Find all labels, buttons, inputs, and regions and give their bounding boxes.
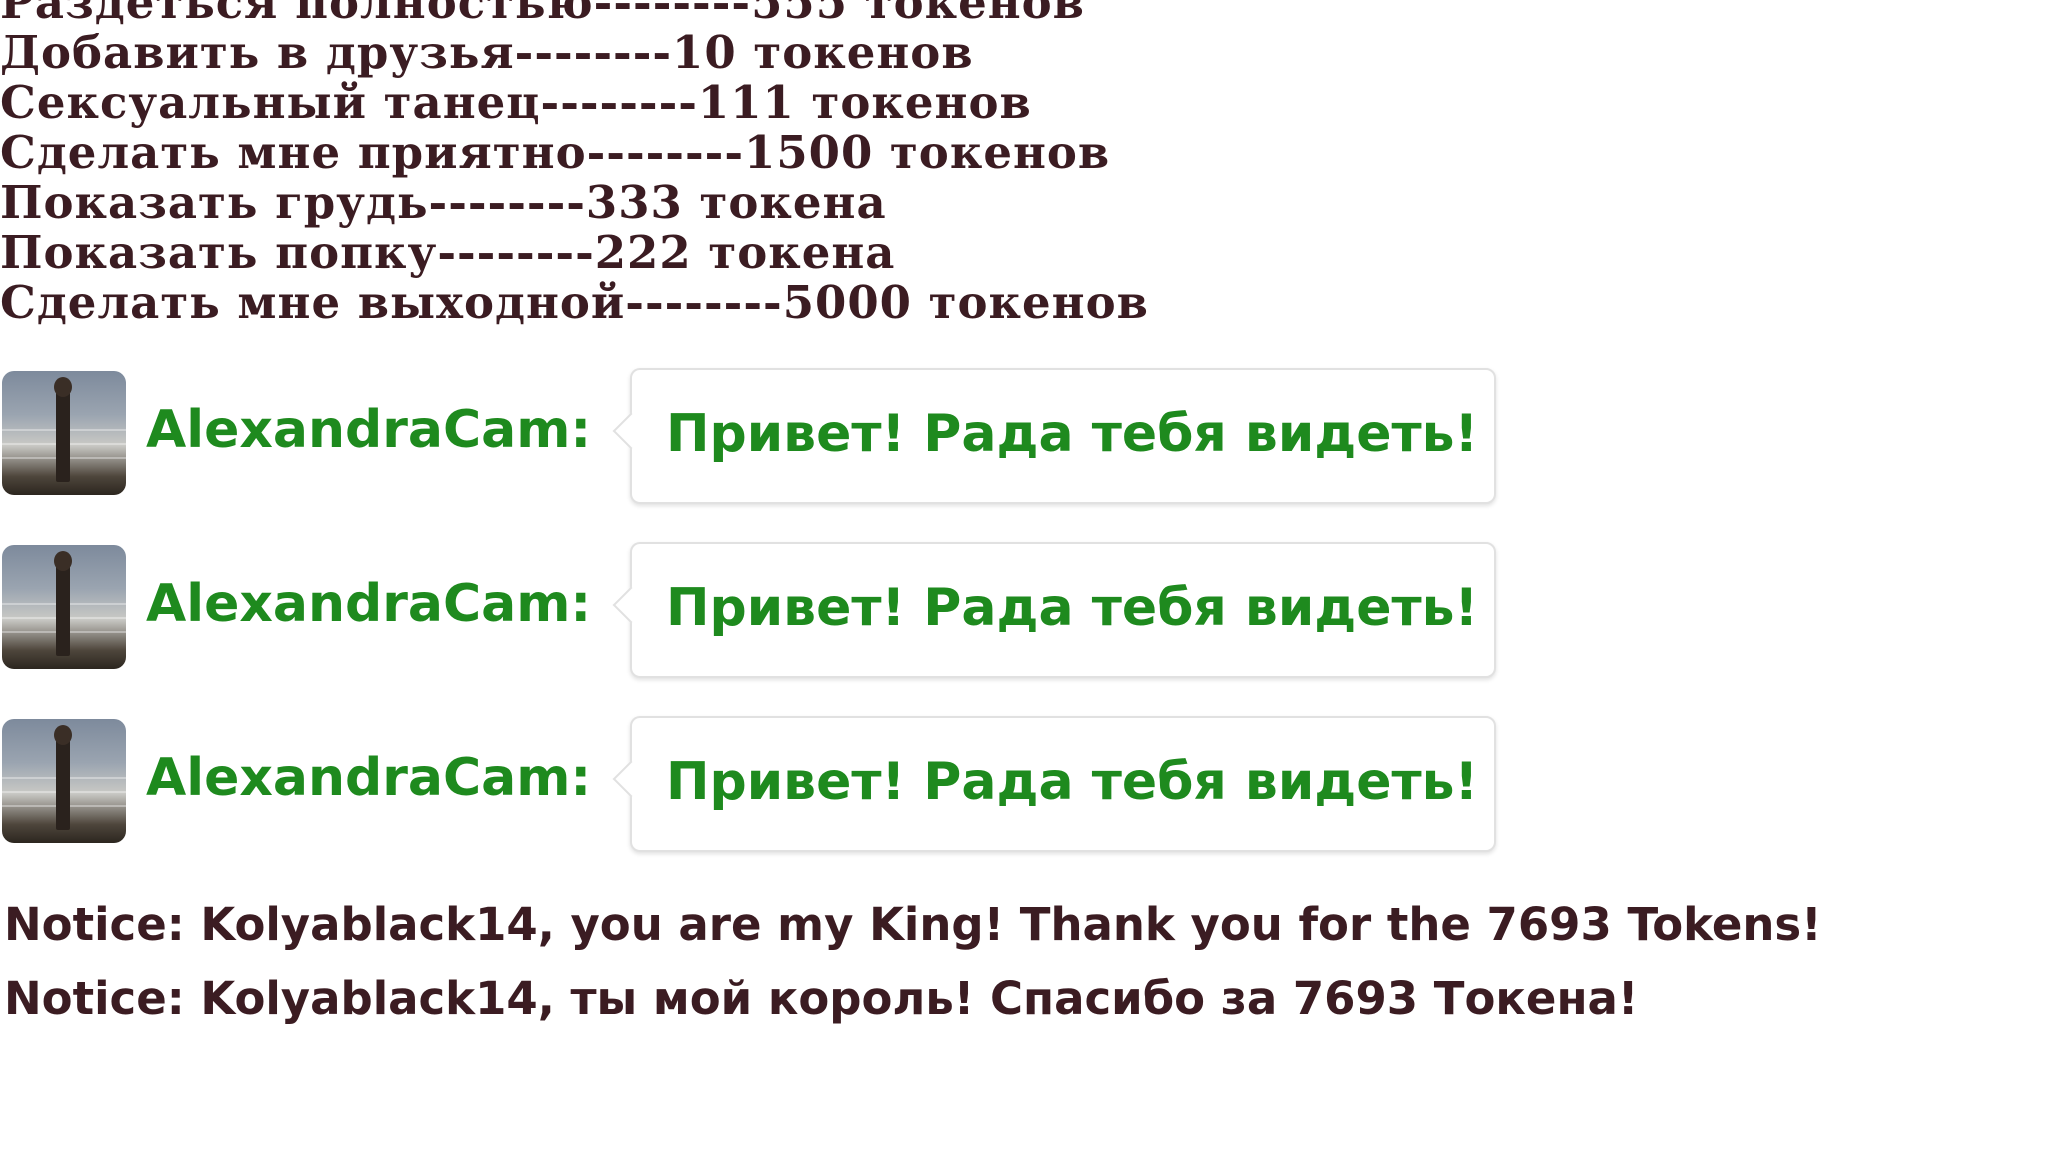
avatar-figure	[56, 387, 70, 482]
message-text: Привет! Рада тебя видеть!	[666, 404, 1479, 464]
avatar-head	[54, 551, 72, 571]
username[interactable]: AlexandraCam:	[146, 748, 591, 808]
message-text: Привет! Рада тебя видеть!	[666, 578, 1479, 638]
avatar-head	[54, 377, 72, 397]
username[interactable]: AlexandraCam:	[146, 400, 591, 460]
tip-menu-item: Добавить в друзья--------10 токенов	[0, 26, 974, 79]
avatar-figure	[56, 735, 70, 830]
bubble-tail	[612, 412, 650, 450]
message-bubble: Привет! Рада тебя видеть!	[612, 542, 1496, 678]
username[interactable]: AlexandraCam:	[146, 574, 591, 634]
message-bubble: Привет! Рада тебя видеть!	[612, 368, 1496, 504]
tip-menu-item: Сделать мне выходной--------5000 токенов	[0, 276, 1149, 329]
tip-menu-item: Сексуальный танец--------111 токенов	[0, 76, 1032, 129]
avatar-head	[54, 725, 72, 745]
tip-menu: Раздеться полностью--------555 токенов Д…	[0, 0, 1400, 328]
avatar[interactable]	[2, 371, 126, 495]
message-bubble: Привет! Рада тебя видеть!	[612, 716, 1496, 852]
tip-menu-item: Раздеться полностью--------555 токенов	[0, 0, 1085, 29]
chat-log: AlexandraCam: Привет! Рада тебя видеть! …	[0, 368, 1600, 890]
tip-menu-item: Сделать мне приятно--------1500 токенов	[0, 126, 1111, 179]
bubble-tail	[612, 760, 650, 798]
tip-menu-item: Показать грудь--------333 токена	[0, 176, 887, 229]
avatar[interactable]	[2, 719, 126, 843]
message-text: Привет! Рада тебя видеть!	[666, 752, 1479, 812]
tip-menu-item: Показать попку--------222 токена	[0, 226, 896, 279]
notice-message: Notice: Kolyablack14, you are my King! T…	[4, 898, 1822, 951]
chat-message: AlexandraCam: Привет! Рада тебя видеть!	[0, 542, 1600, 684]
bubble-tail	[612, 586, 650, 624]
avatar-figure	[56, 561, 70, 656]
chat-message: AlexandraCam: Привет! Рада тебя видеть!	[0, 368, 1600, 510]
notice-message: Notice: Kolyablack14, ты мой король! Спа…	[4, 972, 1639, 1025]
chat-message: AlexandraCam: Привет! Рада тебя видеть!	[0, 716, 1600, 858]
avatar[interactable]	[2, 545, 126, 669]
notice-list: Notice: Kolyablack14, you are my King! T…	[4, 888, 2044, 1036]
